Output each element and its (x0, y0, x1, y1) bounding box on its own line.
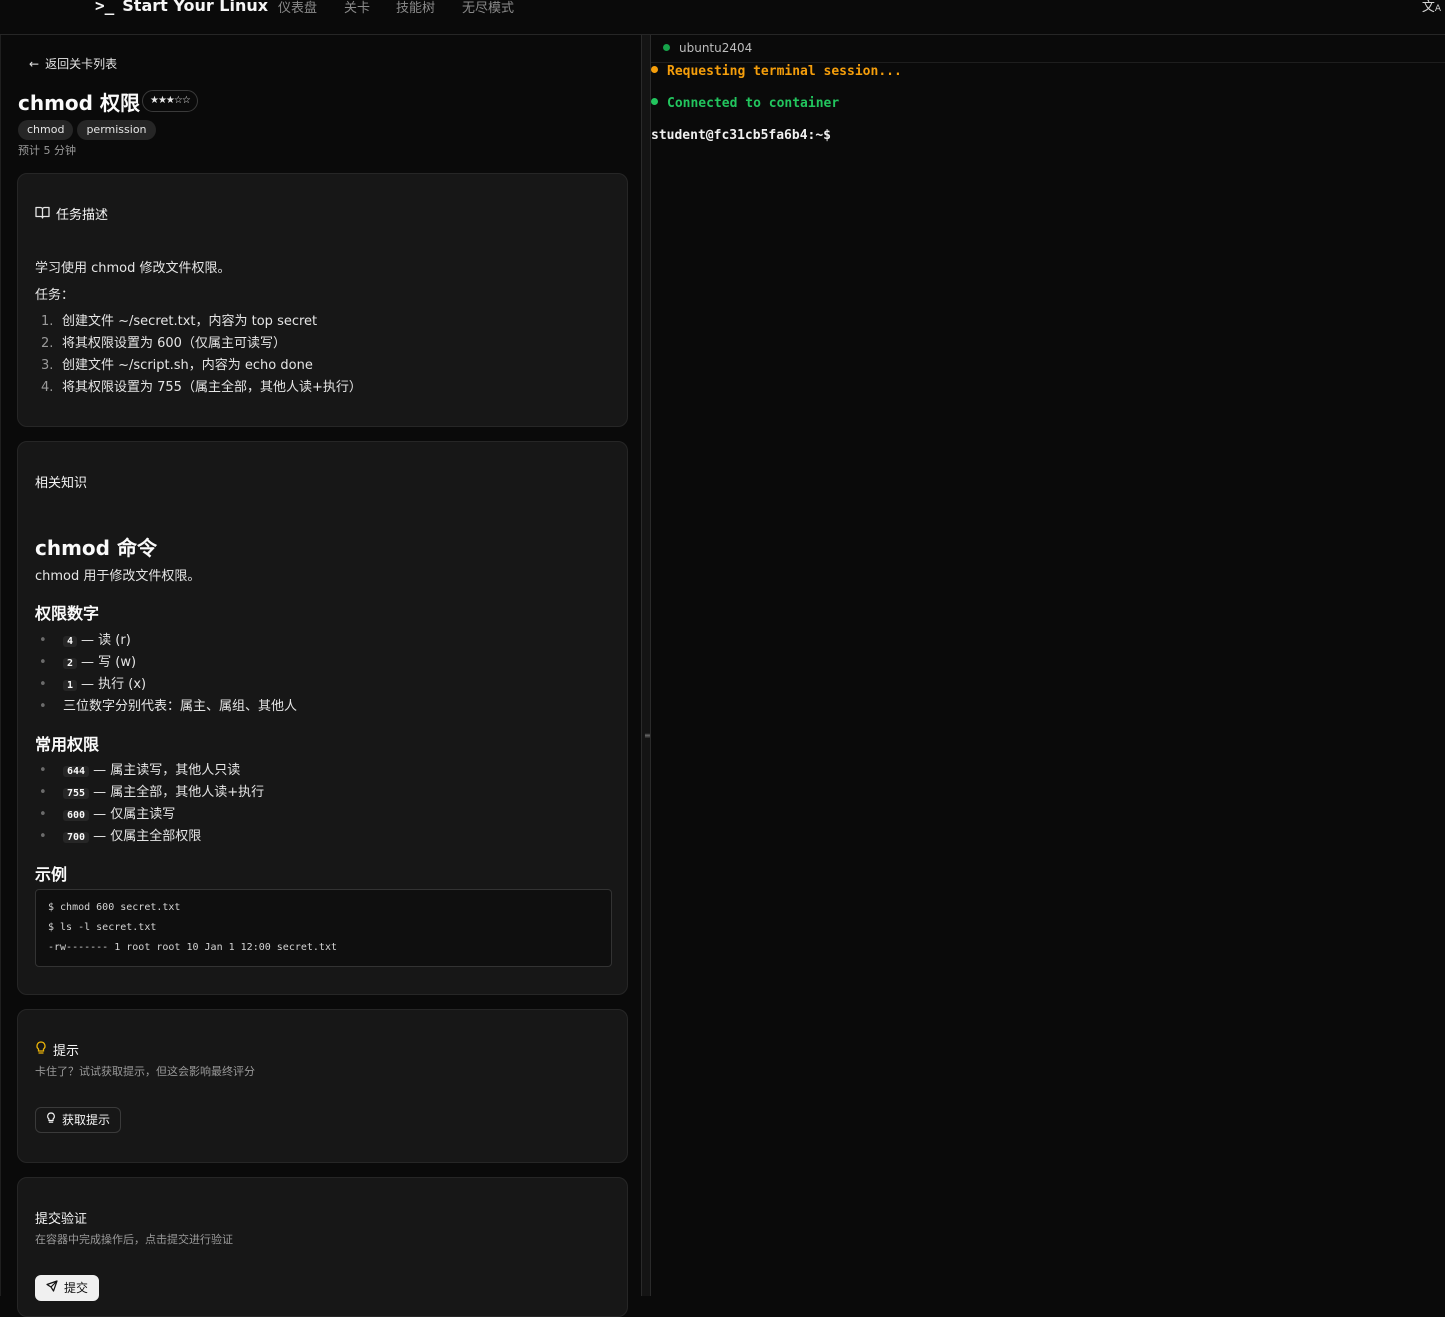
terminal-line: Requesting terminal session... (651, 64, 902, 79)
status-dot-icon (651, 66, 658, 73)
task-card-title: 任务描述 (35, 204, 108, 223)
perm-heading: 权限数字 (35, 604, 100, 623)
lightbulb-icon (35, 1041, 47, 1059)
knowledge-heading: chmod 命令 (35, 536, 157, 560)
get-hint-button[interactable]: 获取提示 (35, 1107, 122, 1133)
top-navbar: >_ Start Your Linux 仪表盘 关卡 技能树 无尽模式 文A (0, 0, 1445, 35)
terminal-prompt[interactable]: student@fc31cb5fa6b4:~$ (651, 128, 831, 143)
submit-desc: 在容器中完成操作后，点击提交进行验证 (35, 1233, 233, 1246)
nav-endless-mode[interactable]: 无尽模式 (462, 0, 514, 16)
back-to-levels-link[interactable]: ← 返回关卡列表 (29, 55, 117, 72)
nav-skill-tree[interactable]: 技能树 (396, 0, 435, 16)
status-dot-icon (651, 98, 658, 105)
list-item: • 755— 属主全部，其他人读+执行 (39, 785, 265, 800)
get-hint-label: 获取提示 (62, 1113, 111, 1127)
code-line: $ ls -l secret.txt (48, 922, 157, 933)
list-item: • 644— 属主读写，其他人只读 (39, 763, 241, 778)
list-item: • 600— 仅属主读写 (39, 807, 176, 822)
submit-button[interactable]: 提交 (35, 1275, 100, 1301)
submit-label: 提交 (64, 1281, 89, 1295)
hint-card: 提示 卡住了？试试获取提示，但这会影响最终评分 获取提示 (17, 1009, 628, 1163)
list-item: • 1— 执行 (x) (39, 677, 147, 692)
nav-levels[interactable]: 关卡 (344, 0, 370, 16)
panel-resize-handle[interactable]: ≡ (641, 35, 651, 1296)
terminal-panel[interactable]: ubuntu2404 Requesting terminal session..… (651, 35, 1445, 1296)
tag-chmod: chmod (18, 120, 74, 140)
knowledge-card-title: 相关知识 (35, 476, 88, 491)
status-dot-icon (663, 44, 670, 51)
brand-name: Start Your Linux (122, 0, 269, 15)
code-line: $ chmod 600 secret.txt (48, 902, 181, 913)
book-open-icon (35, 206, 50, 223)
task-label: 任务： (35, 288, 75, 303)
task-card: 任务描述 学习使用 chmod 修改文件权限。 任务： 1. 创建文件 ~/sec… (17, 173, 628, 427)
terminal-prompt-icon: >_ (95, 0, 115, 15)
grip-icon: ≡ (644, 731, 651, 740)
hint-desc: 卡住了？试试获取提示，但这会影响最终评分 (35, 1065, 255, 1078)
container-name: ubuntu2404 (679, 41, 753, 55)
tag-list: chmod permission (18, 118, 160, 140)
level-title: chmod 权限 (18, 91, 140, 115)
task-step: 4. 将其权限设置为 755（属主全部，其他人读+执行） (41, 380, 362, 395)
task-intro: 学习使用 chmod 修改文件权限。 (35, 261, 231, 276)
list-item: • 700— 仅属主全部权限 (39, 829, 202, 844)
estimated-time: 预计 5 分钟 (18, 144, 76, 157)
list-item: • 三位数字分别代表：属主、属组、其他人 (39, 699, 298, 714)
submit-card: 提交验证 在容器中完成操作后，点击提交进行验证 提交 (17, 1177, 628, 1317)
terminal-header: ubuntu2404 (651, 35, 1445, 63)
arrow-left-icon: ← (29, 57, 40, 71)
hint-title-text: 提示 (53, 1044, 80, 1059)
send-icon (46, 1276, 58, 1300)
brand-logo[interactable]: >_ Start Your Linux (95, 0, 268, 15)
example-heading: 示例 (35, 865, 68, 884)
level-panel: ← 返回关卡列表 chmod 权限 ★★★☆☆ chmod permission 预… (0, 35, 641, 1317)
back-label: 返回关卡列表 (45, 57, 118, 71)
task-step: 3. 创建文件 ~/script.sh，内容为 echo done (41, 358, 313, 373)
lightbulb-icon (46, 1108, 56, 1132)
common-heading: 常用权限 (35, 735, 100, 754)
hint-card-title: 提示 (35, 1040, 79, 1059)
task-step: 1. 创建文件 ~/secret.txt，内容为 top secret (41, 314, 318, 329)
code-line: -rw------- 1 root root 10 Jan 1 12:00 se… (48, 942, 337, 953)
submit-card-title: 提交验证 (35, 1212, 88, 1227)
task-title-text: 任务描述 (56, 208, 109, 223)
terminal-line: Connected to container (651, 96, 839, 111)
container-status: ubuntu2404 (663, 41, 752, 55)
difficulty-stars: ★★★☆☆ (142, 90, 198, 112)
list-item: • 2— 写 (w) (39, 655, 137, 670)
list-item: • 4— 读 (r) (39, 633, 131, 648)
tag-permission: permission (77, 120, 156, 140)
nav-dashboard[interactable]: 仪表盘 (278, 0, 317, 16)
knowledge-desc: chmod 用于修改文件权限。 (35, 569, 201, 584)
translate-icon[interactable]: 文A (1422, 0, 1441, 15)
knowledge-card: 相关知识 chmod 命令 chmod 用于修改文件权限。 权限数字 • 4— 读… (17, 441, 628, 995)
task-step: 2. 将其权限设置为 600（仅属主可读写） (41, 336, 286, 351)
example-code-block: $ chmod 600 secret.txt $ ls -l secret.tx… (35, 889, 612, 967)
